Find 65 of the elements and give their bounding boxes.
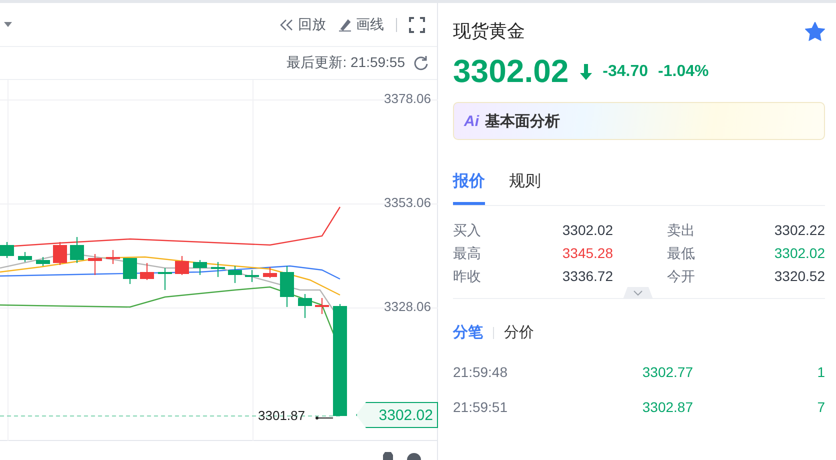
chevron-down-icon xyxy=(633,290,643,296)
candle xyxy=(280,266,294,308)
candle xyxy=(263,266,277,278)
percent-change: -1.04% xyxy=(658,62,709,80)
trade-volume: 7 xyxy=(816,399,825,415)
trade-price: 3302.77 xyxy=(641,364,694,380)
candle xyxy=(88,254,102,276)
stat-value: 3320.52 xyxy=(774,268,825,286)
candle xyxy=(193,260,207,276)
ai-banner-label: 基本面分析 xyxy=(485,112,560,130)
pencil-icon xyxy=(338,18,352,32)
stat-label: 卖出 xyxy=(667,222,695,240)
replay-button[interactable]: 回放 xyxy=(280,16,326,34)
caret-icon[interactable] xyxy=(4,22,12,28)
candle xyxy=(228,266,242,284)
stat-value: 3302.02 xyxy=(774,245,825,263)
tab[interactable]: 规则 xyxy=(509,171,541,205)
trade-time: 21:59:48 xyxy=(453,364,508,380)
stat-label: 最高 xyxy=(453,245,481,263)
candle xyxy=(36,256,50,266)
candle xyxy=(106,250,120,264)
instrument-title: 现货黄金 xyxy=(453,20,525,43)
star-icon[interactable] xyxy=(805,22,825,40)
stat-label: 昨收 xyxy=(453,268,481,286)
candle xyxy=(211,262,225,278)
trade-volume: 1 xyxy=(816,364,825,380)
ai-analysis-banner[interactable]: Ai 基本面分析 xyxy=(453,102,825,140)
price-change: -34.70 xyxy=(602,62,648,80)
stat-label: 买入 xyxy=(453,222,481,240)
stat-value: 3345.28 xyxy=(562,245,613,263)
draw-line-button[interactable]: 画线 xyxy=(338,16,384,34)
fullscreen-icon[interactable] xyxy=(409,16,425,32)
candle xyxy=(158,268,172,290)
stat-label: 最低 xyxy=(667,245,695,263)
tab[interactable]: 报价 xyxy=(453,171,485,205)
tab[interactable]: 分笔 xyxy=(453,323,483,342)
current-price: 3302.02 xyxy=(453,53,569,90)
candle xyxy=(315,298,329,314)
last-update-time: 最后更新: 21:59:55 xyxy=(286,54,405,72)
candle xyxy=(175,256,189,276)
trade-price: 3302.87 xyxy=(641,399,694,415)
arrow-down-icon xyxy=(578,64,593,80)
candle xyxy=(0,242,14,258)
candle xyxy=(70,236,84,264)
candle xyxy=(18,252,32,262)
candle xyxy=(245,270,259,282)
trade-time: 21:59:51 xyxy=(453,399,508,415)
candle xyxy=(53,242,67,266)
double-chevron-left-icon xyxy=(280,18,294,30)
low-price-label: 3301.87 xyxy=(258,408,305,423)
refresh-icon[interactable] xyxy=(413,55,429,71)
stat-value: 3336.72 xyxy=(562,268,613,286)
tab[interactable]: 分价 xyxy=(504,323,534,342)
price-axis-label: 3328.06 xyxy=(384,299,431,314)
candle xyxy=(298,294,312,318)
ai-label: Ai xyxy=(464,112,479,130)
last-price-tag: 3302.02 xyxy=(356,402,438,428)
stat-value: 3302.02 xyxy=(562,222,613,240)
stat-value: 3302.22 xyxy=(774,222,825,240)
price-axis-label: 3378.06 xyxy=(384,91,431,106)
candle xyxy=(140,262,154,280)
price-axis-label: 3353.06 xyxy=(384,195,431,210)
leader-line xyxy=(316,416,334,420)
stat-label: 今开 xyxy=(667,268,695,286)
candle xyxy=(123,258,137,284)
